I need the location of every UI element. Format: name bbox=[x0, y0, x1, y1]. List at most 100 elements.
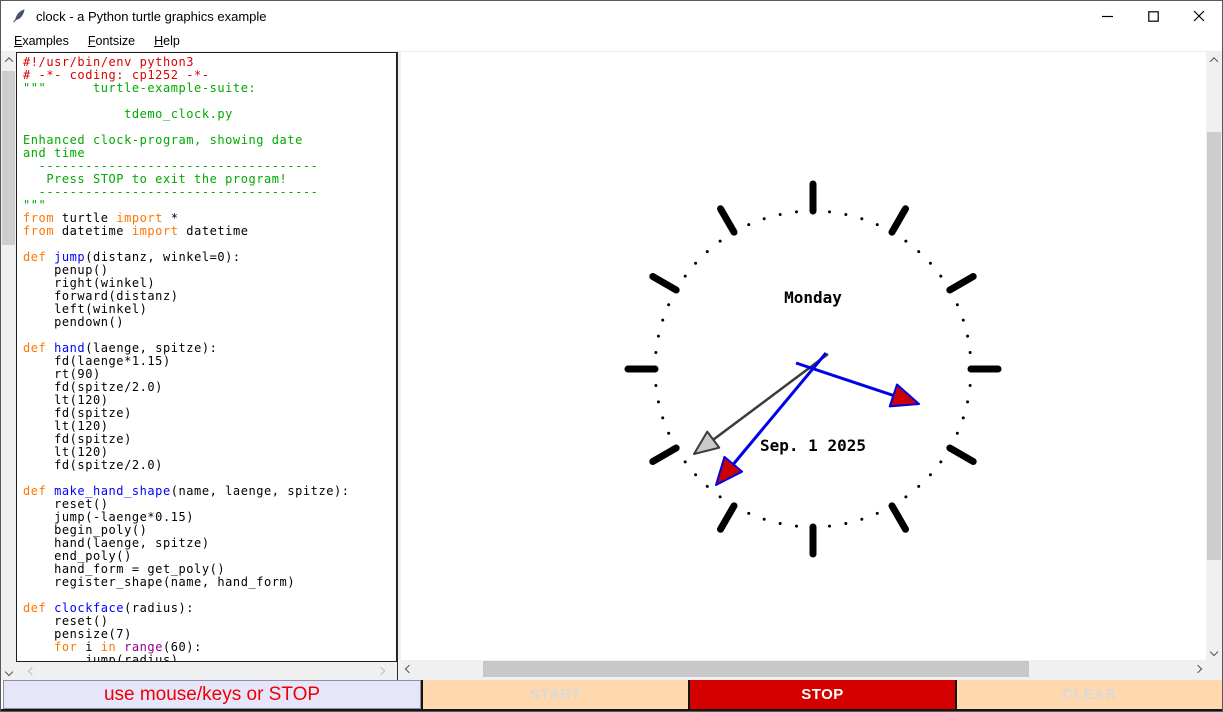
clock-minute-dot bbox=[917, 250, 921, 254]
python-feather-icon bbox=[13, 9, 25, 23]
clock-minute-dot bbox=[718, 239, 722, 243]
clock-hour-mark bbox=[888, 502, 909, 533]
clock-drawing: Monday Sep. 1 2025 bbox=[624, 180, 1002, 558]
clock-minute-dot bbox=[939, 460, 943, 464]
chevron-left-icon bbox=[404, 664, 414, 674]
code-line: tdemo_clock.py bbox=[23, 107, 233, 121]
scrollbar-thumb[interactable] bbox=[1207, 132, 1221, 560]
title-bar: clock - a Python turtle graphics example bbox=[1, 1, 1222, 31]
clock-minute-dot bbox=[968, 350, 972, 354]
scroll-up-arrow[interactable] bbox=[1, 52, 16, 68]
clock-minute-hand-arrowhead bbox=[715, 455, 744, 486]
menu-item-examples[interactable]: Examples bbox=[9, 32, 74, 50]
clock-hour-mark bbox=[946, 273, 977, 294]
menu-item-help[interactable]: Help bbox=[149, 32, 185, 50]
minimize-icon bbox=[1101, 15, 1113, 17]
clock-minute-dot bbox=[656, 400, 660, 404]
clock-minute-dot bbox=[875, 223, 879, 227]
canvas-horizontal-scrollbar[interactable] bbox=[401, 660, 1206, 678]
scroll-down-arrow[interactable] bbox=[1, 664, 16, 680]
clock-minute-dot bbox=[928, 261, 932, 265]
scroll-right-arrow[interactable] bbox=[1190, 660, 1206, 678]
clock-minute-dot bbox=[705, 484, 709, 488]
clock-hour-mark bbox=[649, 273, 680, 294]
clock-minute-dot bbox=[705, 250, 709, 254]
status-text: use mouse/keys or STOP bbox=[103, 683, 321, 705]
editor-horizontal-scrollbar[interactable] bbox=[16, 662, 397, 680]
clock-hour-mark bbox=[946, 444, 977, 465]
clock-minute-dot bbox=[966, 400, 970, 404]
clock-minute-dot bbox=[955, 303, 959, 307]
clock-minute-dot bbox=[904, 239, 908, 243]
code-line: fd(spitze/2.0) bbox=[23, 458, 163, 472]
clock-minute-dot bbox=[667, 303, 671, 307]
clock-day-label: Monday bbox=[784, 288, 842, 307]
menu-item-fontsize[interactable]: Fontsize bbox=[83, 32, 140, 50]
scroll-up-arrow[interactable] bbox=[1206, 52, 1222, 68]
clock-minute-dot bbox=[656, 334, 660, 338]
status-message: use mouse/keys or STOP bbox=[3, 680, 421, 709]
clock-minute-dot bbox=[667, 431, 671, 435]
clock-minute-dot bbox=[747, 511, 751, 515]
clock-minute-dot bbox=[747, 223, 751, 227]
chevron-down-icon bbox=[1209, 647, 1219, 657]
scrollbar-thumb[interactable] bbox=[2, 71, 15, 245]
chevron-up-icon bbox=[4, 57, 13, 66]
turtle-canvas[interactable]: Monday Sep. 1 2025 bbox=[401, 52, 1206, 660]
code-editor[interactable]: #!/usr/bin/env python3 # -*- coding: cp12… bbox=[16, 52, 397, 662]
bottom-bar: use mouse/keys or STOP START STOP CLEAR bbox=[1, 680, 1222, 711]
maximize-button[interactable] bbox=[1130, 1, 1176, 31]
turtledemo-window: clock - a Python turtle graphics example… bbox=[0, 0, 1223, 712]
window-title: clock - a Python turtle graphics example bbox=[36, 8, 267, 24]
chevron-left-icon bbox=[27, 666, 37, 676]
clock-minute-dot bbox=[860, 217, 864, 221]
clock-second-hand-arrowhead bbox=[693, 430, 721, 455]
clock-minute-dot bbox=[661, 416, 665, 420]
canvas-vertical-scrollbar[interactable] bbox=[1206, 52, 1222, 660]
code-line: pendown() bbox=[23, 315, 125, 329]
clock-hour-mark bbox=[649, 444, 680, 465]
clock-hour-mark bbox=[717, 502, 738, 533]
chevron-down-icon bbox=[4, 667, 13, 677]
code-line: jump(radius) bbox=[23, 653, 179, 662]
clock-minute-dot bbox=[904, 495, 908, 499]
clock-minute-dot bbox=[844, 212, 848, 216]
clock-minute-dot bbox=[762, 517, 766, 521]
code-line: register_shape(name, hand_form) bbox=[23, 575, 296, 589]
stop-button[interactable]: STOP bbox=[688, 680, 955, 709]
clock-hour-mark bbox=[888, 205, 909, 236]
clock-minute-dot bbox=[654, 350, 658, 354]
code-line: from datetime import datetime bbox=[23, 224, 249, 238]
clock-minute-dot bbox=[694, 261, 698, 265]
code-line: """ turtle-example-suite: bbox=[23, 81, 257, 95]
clock-minute-dot bbox=[961, 416, 965, 420]
clock-minute-dot bbox=[961, 318, 965, 322]
start-button[interactable]: START bbox=[421, 680, 688, 709]
scrollbar-thumb[interactable] bbox=[483, 661, 1029, 677]
clock-minute-dot bbox=[917, 484, 921, 488]
clock-minute-dot bbox=[661, 318, 665, 322]
clock-hour-hand bbox=[795, 361, 902, 400]
clock-minute-dot bbox=[968, 384, 972, 388]
editor-vertical-scrollbar[interactable] bbox=[1, 52, 16, 680]
clock-minute-dot bbox=[654, 384, 658, 388]
clock-minute-dot bbox=[928, 473, 932, 477]
clock-minute-dot bbox=[939, 274, 943, 278]
scroll-left-arrow[interactable] bbox=[24, 662, 40, 680]
clock-minute-dot bbox=[875, 511, 879, 515]
scroll-down-arrow[interactable] bbox=[1206, 644, 1222, 660]
maximize-icon bbox=[1147, 10, 1159, 22]
clock-minute-dot bbox=[844, 522, 848, 526]
clock-date-label: Sep. 1 2025 bbox=[760, 436, 866, 455]
clock-minute-dot bbox=[694, 473, 698, 477]
minimize-button[interactable] bbox=[1084, 1, 1130, 31]
clock-minute-dot bbox=[794, 210, 798, 214]
scroll-right-arrow[interactable] bbox=[373, 662, 389, 680]
clock-hour-hand-arrowhead bbox=[888, 383, 920, 408]
clock-minute-dot bbox=[718, 495, 722, 499]
clear-button[interactable]: CLEAR bbox=[955, 680, 1222, 709]
scroll-left-arrow[interactable] bbox=[401, 660, 417, 678]
main-area: #!/usr/bin/env python3 # -*- coding: cp12… bbox=[1, 52, 1222, 680]
chevron-up-icon bbox=[1209, 57, 1219, 66]
close-button[interactable] bbox=[1176, 1, 1222, 31]
